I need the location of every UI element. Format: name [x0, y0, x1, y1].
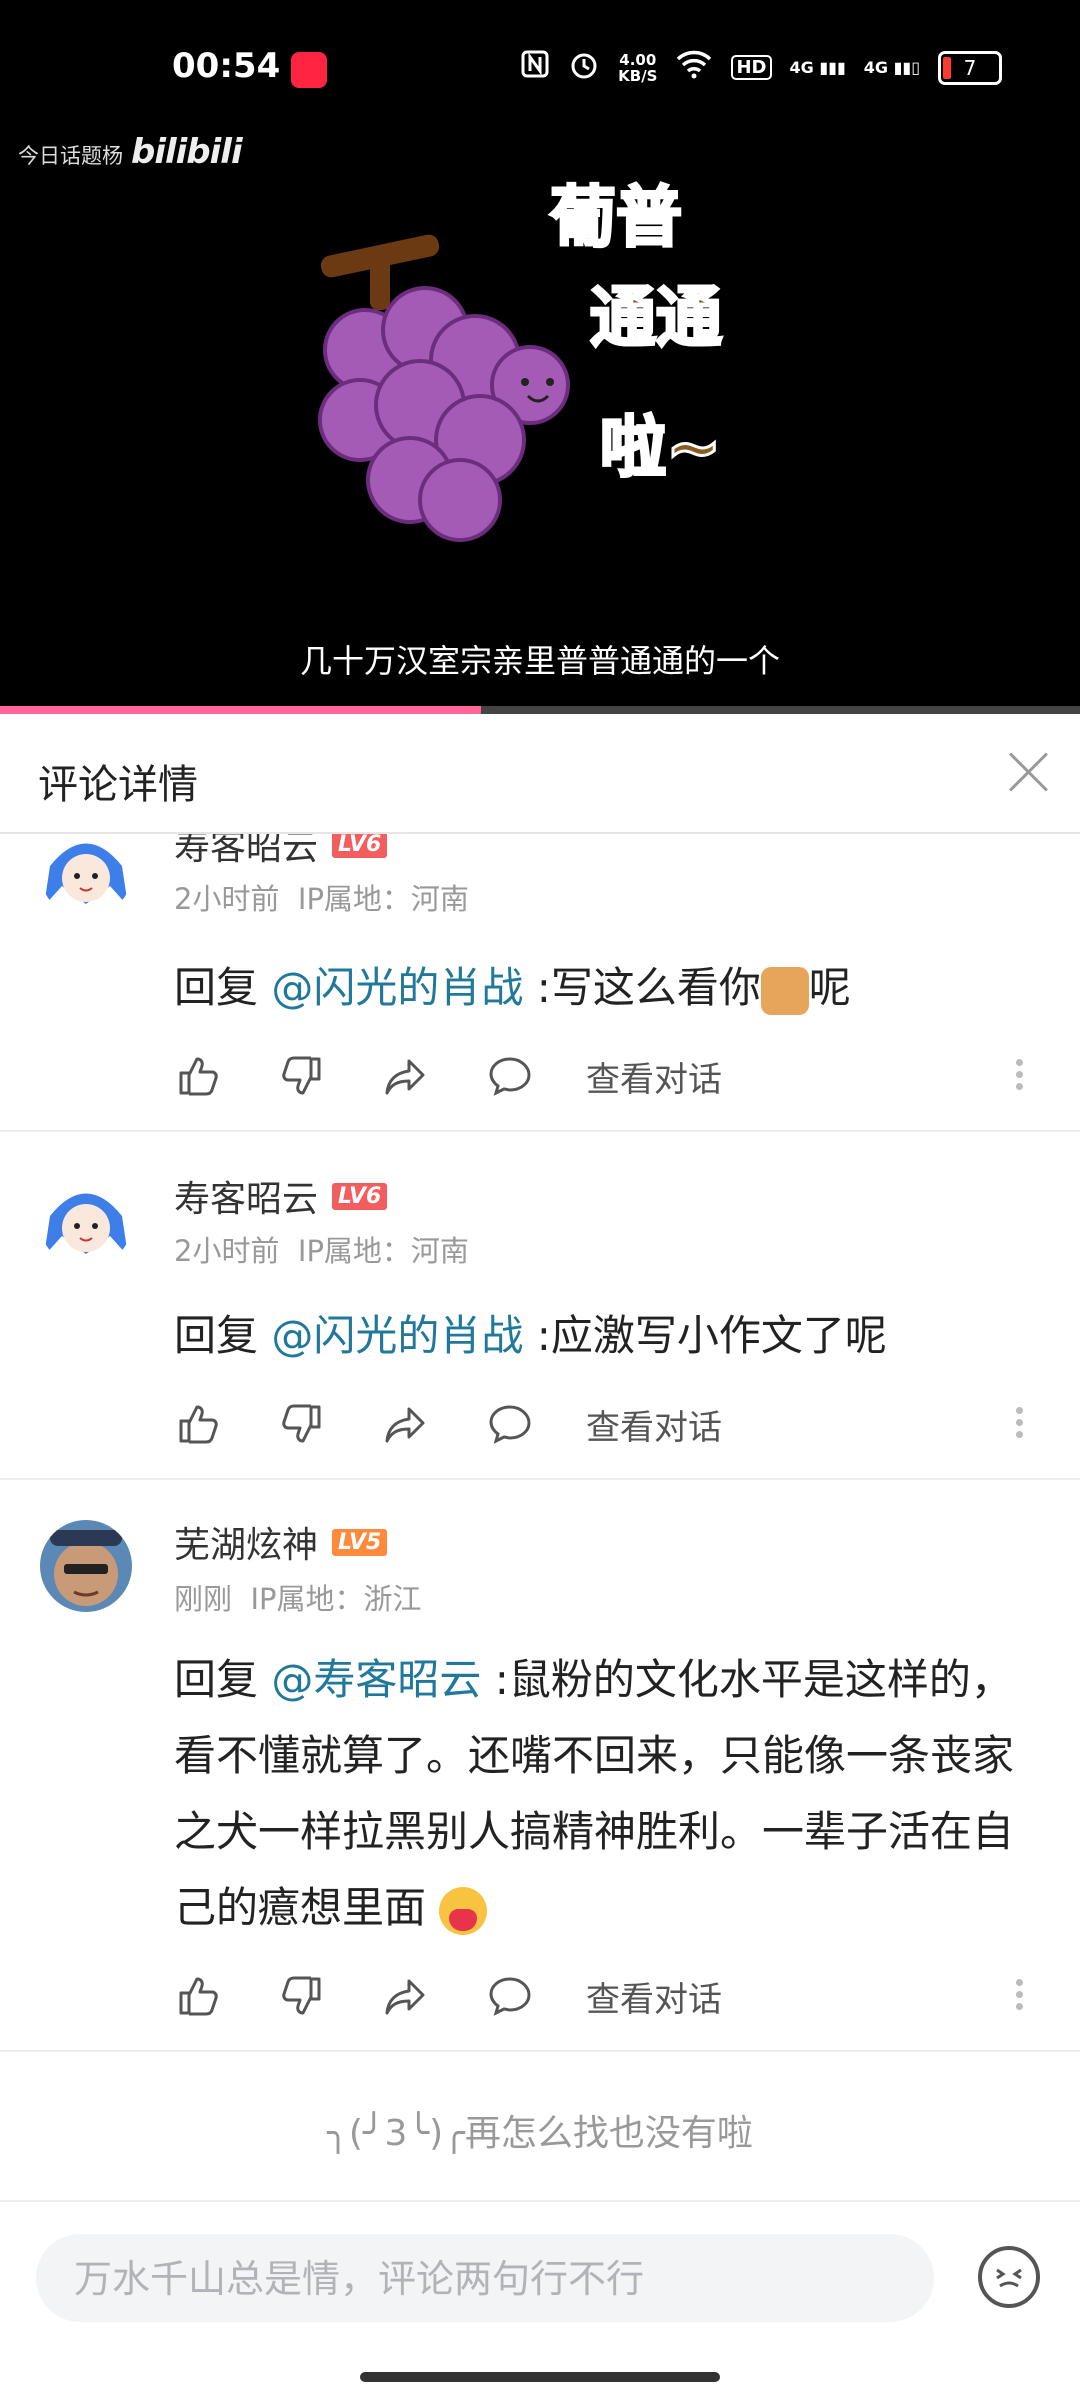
hd-badge: HD	[731, 55, 772, 80]
divider	[0, 1130, 1080, 1132]
status-time: 00:54	[172, 46, 281, 86]
comment-text: 回复 @寿客昭云 :鼠粉的文化水平是这样的，看不懂就算了。还嘴不回来，只能像一条…	[174, 1642, 1034, 1946]
level-badge: LV6	[332, 1182, 388, 1210]
like-icon[interactable]	[174, 1052, 222, 1100]
like-icon[interactable]	[174, 1400, 222, 1448]
alarm-icon	[568, 48, 600, 87]
view-thread-link[interactable]: 查看对话	[586, 1972, 722, 2021]
comment-ip: IP属地：河南	[297, 1234, 469, 1268]
comment-body: :写这么看你	[523, 963, 761, 1012]
reply-bubble-icon[interactable]	[486, 1400, 534, 1448]
video-subtitle: 几十万汉室宗亲里普普通通的一个	[299, 642, 780, 680]
divider	[0, 1478, 1080, 1480]
close-icon[interactable]	[998, 742, 1058, 802]
level-badge: LV6	[332, 834, 388, 858]
comment-username[interactable]: 寿客昭云 LV6	[174, 834, 388, 870]
reply-prefix: 回复	[174, 1311, 272, 1360]
status-icons: 4.00 KB/S HD 4G ▮▮▮ 4G ▮▮▯ 7	[520, 48, 1002, 87]
video-progress-fill	[0, 706, 481, 714]
sticker-line-1: 葡普	[550, 179, 682, 256]
signal-1: 4G ▮▮▮	[789, 58, 846, 77]
username-text[interactable]: 寿客昭云	[174, 834, 318, 870]
view-thread-link[interactable]: 查看对话	[586, 1400, 722, 1449]
reply-prefix: 回复	[174, 1655, 272, 1704]
comment-actions: 查看对话	[174, 1972, 722, 2020]
dislike-icon[interactable]	[278, 1400, 326, 1448]
comment-body: :应激写小作文了呢	[523, 1311, 887, 1360]
comment-username[interactable]: 寿客昭云 LV6	[174, 1170, 388, 1222]
reply-bubble-icon[interactable]	[486, 1972, 534, 2020]
share-icon[interactable]	[382, 1400, 430, 1448]
network-speed: 4.00 KB/S	[618, 52, 657, 84]
bilibili-logo: bilibili	[131, 132, 243, 172]
dislike-icon[interactable]	[278, 1052, 326, 1100]
sticker-line-3: 啦~	[600, 409, 721, 486]
hug-emoji-icon	[439, 1886, 488, 1935]
reply-prefix: 回复	[174, 963, 272, 1012]
comment-time: 2小时前	[174, 882, 280, 916]
comment-username[interactable]: 芜湖炫神 LV5	[174, 1516, 388, 1568]
comment-meta: 2小时前 IP属地：河南	[174, 876, 469, 918]
comment-actions: 查看对话	[174, 1052, 722, 1100]
divider	[0, 2050, 1080, 2052]
comment-time: 2小时前	[174, 1234, 280, 1268]
sticker-line-2: 通通	[590, 279, 722, 356]
signal-2: 4G ▮▮▯	[863, 58, 920, 77]
horse-emoji-icon	[760, 966, 809, 1015]
mention-link[interactable]: @闪光的肖战	[271, 1311, 523, 1360]
comment-input-bar	[0, 2200, 1080, 2402]
speed-unit: KB/S	[618, 66, 658, 85]
more-options-icon[interactable]	[1016, 1974, 1024, 2015]
video-progress-bar[interactable]	[0, 706, 1080, 714]
username-text[interactable]: 芜湖炫神	[174, 1516, 318, 1568]
level-badge: LV5	[332, 1528, 388, 1556]
xiaohongshu-app-icon	[291, 52, 327, 88]
reply-bubble-icon[interactable]	[486, 1052, 534, 1100]
username-text[interactable]: 寿客昭云	[174, 1170, 318, 1222]
signal-1-label: 4G	[789, 58, 814, 77]
home-indicator[interactable]	[360, 2372, 720, 2382]
panel-title: 评论详情	[38, 762, 198, 808]
avatar[interactable]	[40, 834, 132, 918]
comment-text: 回复 @闪光的肖战 :写这么看你呢	[174, 950, 1034, 1026]
comment-item: 芜湖炫神 LV5 刚刚 IP属地：浙江 回复 @寿客昭云 :鼠粉的文化水平是这样…	[0, 1482, 1080, 2050]
emoji-icon[interactable]	[978, 2246, 1040, 2308]
like-icon[interactable]	[174, 1972, 222, 2020]
watermark-text: 今日话题杨	[18, 144, 123, 168]
comment-ip: IP属地：河南	[297, 882, 469, 916]
avatar[interactable]	[40, 1176, 132, 1268]
mention-link[interactable]: @闪光的肖战	[271, 963, 523, 1012]
share-icon[interactable]	[382, 1972, 430, 2020]
grape-sticker: 葡普 通通 啦~	[318, 178, 724, 542]
comment-item: 寿客昭云 LV6 2小时前 IP属地：河南 回复 @闪光的肖战 :应激写小作文了…	[0, 1134, 1080, 1478]
view-thread-link[interactable]: 查看对话	[586, 1052, 722, 1101]
signal-2-label: 4G	[863, 58, 889, 77]
comment-item: 寿客昭云 LV6 2小时前 IP属地：河南 回复 @闪光的肖战 :写这么看你呢 …	[0, 834, 1080, 1132]
more-options-icon[interactable]	[1016, 1054, 1024, 1095]
comment-panel-header: 评论详情	[0, 714, 1080, 834]
more-options-icon[interactable]	[1016, 1402, 1024, 1443]
status-bar: 00:54 4.00 KB/S HD 4G ▮▮▮ 4G ▮▮▯ 7	[0, 0, 1080, 140]
comment-actions: 查看对话	[174, 1400, 722, 1448]
comment-text: 回复 @闪光的肖战 :应激写小作文了呢	[174, 1298, 1034, 1374]
battery-indicator: 7	[938, 50, 1002, 85]
comment-input-wrapper[interactable]	[36, 2234, 934, 2324]
comment-ip: IP属地：浙江	[250, 1582, 422, 1616]
video-watermark: 今日话题杨 bilibili	[18, 132, 243, 172]
end-of-list-note: ╮(╯3╰)╭再怎么找也没有啦	[327, 2113, 753, 2154]
dislike-icon[interactable]	[278, 1972, 326, 2020]
nfc-icon	[520, 49, 550, 86]
comment-body-end: 呢	[808, 963, 851, 1012]
mention-link[interactable]: @寿客昭云	[271, 1655, 481, 1704]
comment-time: 刚刚	[174, 1582, 233, 1616]
wifi-icon	[675, 49, 713, 86]
video-player[interactable]: 00:54 4.00 KB/S HD 4G ▮▮▮ 4G ▮▮▯ 7 今日话题杨 b…	[0, 0, 1080, 714]
share-icon[interactable]	[382, 1052, 430, 1100]
comment-meta: 2小时前 IP属地：河南	[174, 1228, 469, 1270]
avatar[interactable]	[40, 1520, 132, 1612]
comment-input[interactable]	[72, 2234, 896, 2324]
comment-meta: 刚刚 IP属地：浙江	[174, 1576, 422, 1618]
